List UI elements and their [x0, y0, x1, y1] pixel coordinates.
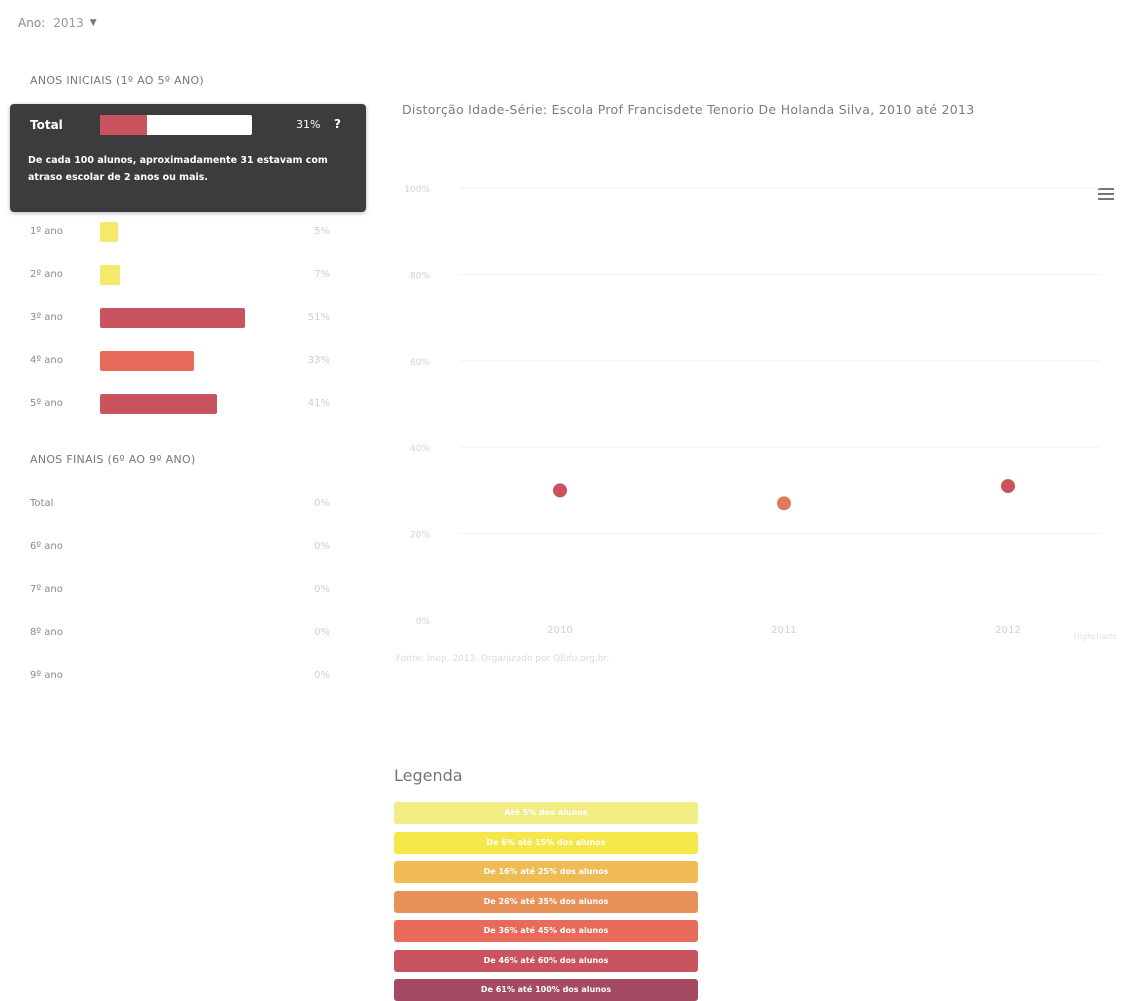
- anos-finais-row-value: 0%: [314, 627, 330, 638]
- y-tick-label: 20%: [410, 531, 430, 541]
- chevron-down-icon: ▼: [89, 18, 97, 28]
- anos-iniciais-row[interactable]: 1º ano 5%: [30, 222, 330, 244]
- tooltip-total-label: Total: [30, 118, 63, 132]
- y-tick-label: 40%: [410, 444, 430, 454]
- anos-iniciais-row-bar: [100, 222, 118, 242]
- anos-iniciais-row-value: 7%: [314, 269, 330, 280]
- anos-finais-row-label: 8º ano: [30, 627, 63, 638]
- legend-item: De 46% até 60% dos alunos: [394, 949, 698, 972]
- anos-iniciais-row[interactable]: 2º ano 7%: [30, 265, 330, 287]
- tooltip-total-bar-fill: [100, 115, 148, 135]
- anos-finais-row-label: Total: [30, 498, 54, 509]
- anos-iniciais-row-label: 1º ano: [30, 226, 63, 237]
- anos-finais-row[interactable]: 7º ano 0%: [30, 580, 330, 602]
- legend-item: De 6% até 15% dos alunos: [394, 831, 698, 854]
- anos-iniciais-row-value: 33%: [307, 355, 330, 366]
- anos-iniciais-row-bar: [100, 351, 195, 371]
- data-point: [1001, 479, 1015, 494]
- y-tick-label: 80%: [410, 271, 430, 281]
- legend-item: De 61% até 100% dos alunos: [394, 979, 698, 1001]
- legend-title: Legenda: [394, 766, 463, 785]
- anos-iniciais-row-label: 2º ano: [30, 269, 63, 280]
- data-point: [553, 483, 567, 498]
- legend-item: De 26% até 35% dos alunos: [394, 890, 698, 913]
- legend-item: De 16% até 25% dos alunos: [394, 861, 698, 883]
- chart-title: Distorção Idade-Série: Escola Prof Franc…: [402, 102, 975, 117]
- anos-iniciais-row[interactable]: 4º ano 33%: [30, 351, 330, 373]
- anos-finais-row-label: 7º ano: [30, 584, 63, 595]
- anos-finais-row-value: 0%: [314, 670, 330, 681]
- anos-finais-row[interactable]: 9º ano 0%: [30, 666, 330, 688]
- question-icon[interactable]: ?: [334, 117, 341, 131]
- x-tick-label: 2012: [995, 625, 1020, 636]
- anos-finais-row-label: 9º ano: [30, 670, 63, 681]
- tooltip-description: De cada 100 alunos, aproximadamente 31 e…: [28, 155, 328, 183]
- y-tick-label: 100%: [404, 185, 430, 195]
- credits-label: Highcharts: [1074, 632, 1117, 641]
- x-tick-label: 2011: [771, 625, 796, 636]
- year-value: 2013: [53, 16, 84, 30]
- y-tick-label: 60%: [410, 358, 430, 368]
- y-tick-label: 0%: [416, 617, 431, 627]
- anos-iniciais-row-label: 3º ano: [30, 312, 63, 323]
- anos-finais-row-label: 6º ano: [30, 541, 63, 552]
- anos-iniciais-row-value: 41%: [307, 398, 330, 409]
- anos-iniciais-row-bar: [100, 394, 217, 414]
- anos-iniciais-row[interactable]: 3º ano 51%: [30, 308, 330, 330]
- year-select[interactable]: 2013 ▼: [53, 16, 96, 30]
- year-selector-row: Ano: 2013 ▼: [18, 16, 97, 30]
- anos-finais-row[interactable]: 8º ano 0%: [30, 623, 330, 645]
- anos-iniciais-title: ANOS INICIAIS (1º AO 5º ANO): [30, 74, 205, 87]
- anos-finais-title: ANOS FINAIS (6º AO 9º ANO): [30, 453, 196, 466]
- anos-iniciais-row[interactable]: 5º ano 41%: [30, 394, 330, 416]
- anos-finais-row-value: 0%: [314, 541, 330, 552]
- anos-iniciais-row-label: 5º ano: [30, 398, 63, 409]
- anos-iniciais-row-value: 5%: [314, 226, 330, 237]
- anos-finais-row[interactable]: 6º ano 0%: [30, 537, 330, 559]
- data-point: [777, 496, 791, 511]
- tooltip-total-bar: [100, 115, 252, 135]
- anos-finais-row-value: 0%: [314, 584, 330, 595]
- anos-finais-row[interactable]: Total 0%: [30, 494, 330, 516]
- x-tick-label: 2010: [547, 625, 572, 636]
- source-note: Fonte: Inep, 2013. Organizado por QEdu.o…: [396, 654, 610, 664]
- year-label: Ano:: [18, 16, 46, 30]
- distortion-chart: 0% 20% 40% 60% 80% 100% 2010 2011 2012 Highcharts: [404, 185, 1117, 641]
- tooltip-total-value: 31%: [296, 118, 321, 131]
- anos-finais-row-value: 0%: [314, 498, 330, 509]
- anos-iniciais-row-value: 51%: [307, 312, 330, 323]
- total-tooltip: Total 31% ? De cada 100 alunos, aproxima…: [10, 104, 366, 212]
- anos-iniciais-row-bar: [100, 265, 120, 285]
- anos-iniciais-row-bar: [100, 308, 246, 328]
- legend-item: Até 5% dos alunos: [394, 802, 698, 824]
- anos-iniciais-row-label: 4º ano: [30, 355, 63, 366]
- legend-item: De 36% até 45% dos alunos: [394, 920, 698, 942]
